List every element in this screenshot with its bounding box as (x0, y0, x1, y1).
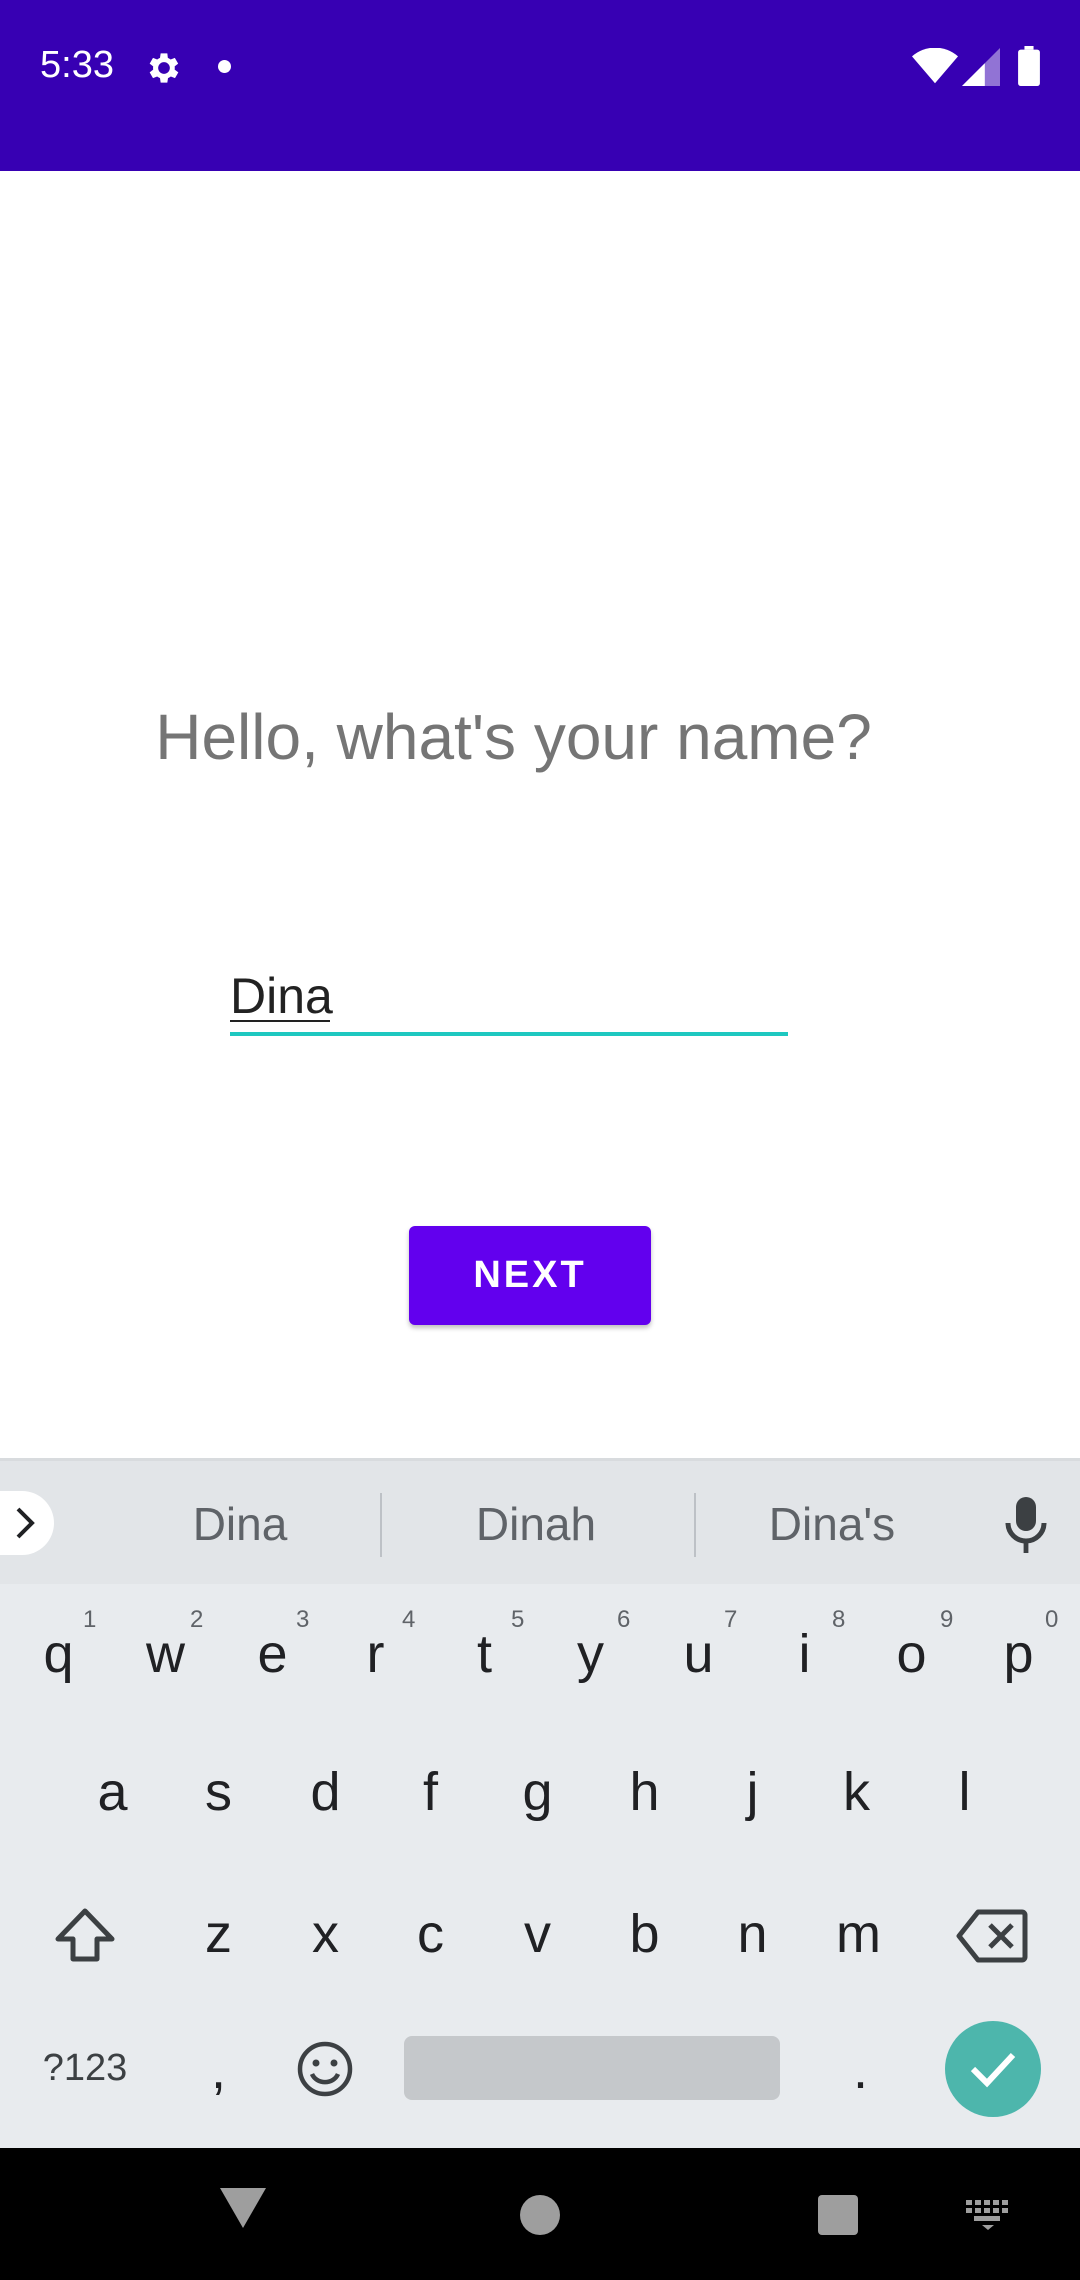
key-j[interactable]: j (702, 1732, 803, 1852)
notification-dot-icon (218, 60, 231, 73)
key-n[interactable]: n (702, 1874, 803, 1994)
key-l[interactable]: l (914, 1732, 1015, 1852)
key-hint-2: 2 (190, 1606, 204, 1633)
key-hint-4: 4 (402, 1606, 416, 1633)
key-period[interactable]: . (810, 2010, 911, 2130)
key-a[interactable]: a (62, 1732, 163, 1852)
checkmark-icon (970, 2052, 1016, 2088)
suggestion-3[interactable]: Dina's (700, 1461, 964, 1587)
back-icon[interactable] (220, 2188, 266, 2228)
key-hint-6: 6 (617, 1606, 631, 1633)
suggestion-divider (694, 1493, 696, 1557)
done-key[interactable] (945, 2021, 1041, 2117)
gear-icon (149, 53, 179, 83)
key-c[interactable]: c (380, 1874, 481, 1994)
key-x[interactable]: x (275, 1874, 376, 1994)
key-hint-5: 5 (511, 1606, 525, 1633)
key-hint-7: 7 (724, 1606, 738, 1633)
shift-icon[interactable] (52, 1906, 118, 1966)
battery-icon (1018, 46, 1040, 86)
key-hint-3: 3 (296, 1606, 310, 1633)
emoji-icon[interactable] (296, 2040, 354, 2098)
key-g[interactable]: g (487, 1732, 588, 1852)
key-m[interactable]: m (808, 1874, 909, 1994)
key-hint-0: 0 (1045, 1606, 1059, 1633)
space-key[interactable] (404, 2036, 780, 2100)
soft-keyboard: Dina Dinah Dina's q w e r t y u i o p 1 … (0, 1458, 1080, 2148)
keyboard-switch-icon[interactable] (966, 2200, 1010, 2230)
expand-toolbar-button[interactable] (0, 1491, 54, 1555)
composing-underline (230, 1020, 330, 1022)
status-bar: 5:33 (0, 0, 1080, 171)
key-d[interactable]: d (275, 1732, 376, 1852)
wifi-icon (912, 48, 958, 84)
key-comma[interactable]: , (168, 2010, 269, 2130)
key-hint-1: 1 (83, 1606, 97, 1633)
key-hint-9: 9 (940, 1606, 954, 1633)
recents-icon[interactable] (818, 2195, 858, 2235)
key-s[interactable]: s (168, 1732, 269, 1852)
name-prompt: Hello, what's your name? (155, 701, 872, 773)
suggestion-bar: Dina Dinah Dina's (0, 1458, 1080, 1584)
suggestion-divider (380, 1493, 382, 1557)
key-k[interactable]: k (806, 1732, 907, 1852)
suggestion-2[interactable]: Dinah (400, 1461, 672, 1587)
suggestion-1[interactable]: Dina (110, 1461, 370, 1587)
status-time: 5:33 (40, 44, 114, 86)
backspace-icon[interactable] (956, 1908, 1028, 1964)
key-v[interactable]: v (487, 1874, 588, 1994)
key-f[interactable]: f (380, 1732, 481, 1852)
signal-icon (962, 48, 1000, 86)
navigation-bar (0, 2148, 1080, 2280)
key-hint-8: 8 (832, 1606, 846, 1633)
chevron-right-icon (16, 1507, 35, 1539)
key-z[interactable]: z (168, 1874, 269, 1994)
home-icon[interactable] (520, 2195, 560, 2235)
screen: 5:33 Hello, what's your name? NEXT (0, 0, 1080, 2280)
symbols-key[interactable]: ?123 (20, 2008, 150, 2128)
name-input[interactable] (230, 960, 788, 1036)
microphone-icon[interactable] (1004, 1497, 1048, 1553)
key-b[interactable]: b (594, 1874, 695, 1994)
next-button[interactable]: NEXT (409, 1226, 651, 1325)
key-h[interactable]: h (594, 1732, 695, 1852)
